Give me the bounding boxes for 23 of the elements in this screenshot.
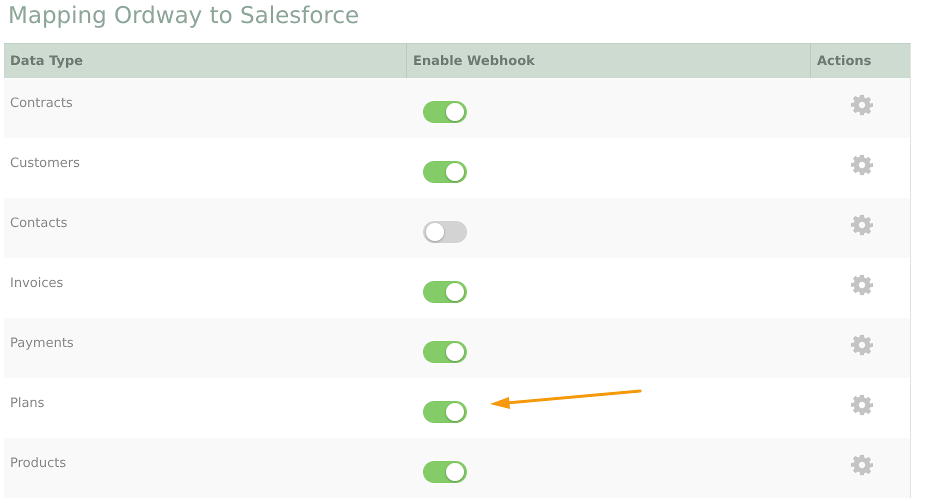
settings-icon[interactable] (851, 274, 873, 296)
page-title: Mapping Ordway to Salesforce (7, 2, 360, 31)
column-header: Data Type (9, 52, 84, 70)
webhook-toggle[interactable] (423, 221, 467, 243)
settings-icon[interactable] (851, 334, 873, 356)
data-type-label: Payments (10, 336, 74, 351)
data-type-label: Invoices (10, 276, 64, 291)
settings-icon[interactable] (851, 214, 873, 236)
settings-icon[interactable] (851, 394, 873, 416)
settings-icon[interactable] (851, 454, 873, 476)
webhook-toggle[interactable] (423, 101, 467, 123)
webhook-toggle[interactable] (423, 341, 467, 363)
webhook-toggle[interactable] (423, 281, 467, 303)
webhook-toggle[interactable] (423, 401, 467, 423)
webhook-toggle[interactable] (423, 461, 467, 483)
settings-icon[interactable] (851, 94, 873, 116)
data-type-label: Plans (10, 396, 44, 411)
data-type-label: Contacts (10, 216, 68, 231)
data-type-label: Customers (10, 156, 80, 171)
data-type-label: Contracts (10, 96, 73, 111)
webhook-toggle[interactable] (423, 161, 467, 183)
settings-icon[interactable] (851, 154, 873, 176)
data-type-label: Products (10, 456, 66, 471)
